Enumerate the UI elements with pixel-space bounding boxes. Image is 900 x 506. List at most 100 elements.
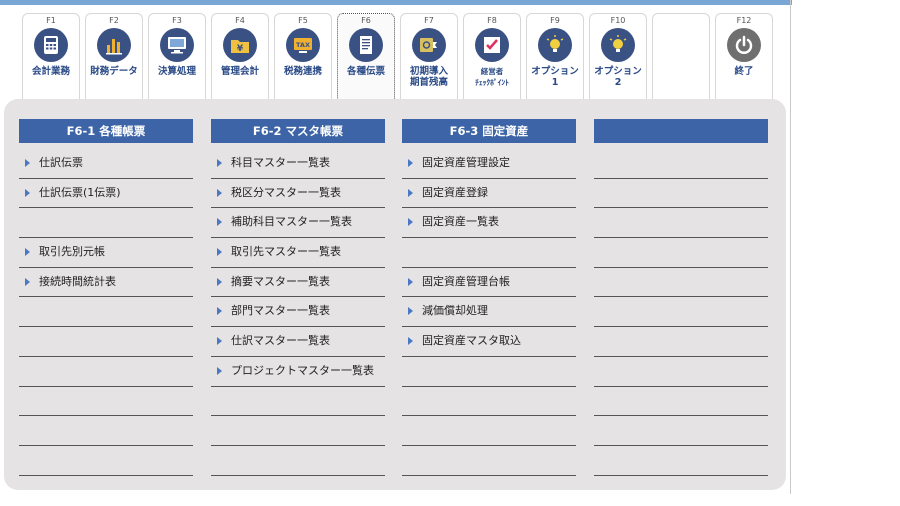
fkey-label: オプション bbox=[594, 66, 642, 77]
fkey-f8[interactable]: F8 経営者 ﾁｪｯｸﾎﾟｲﾝﾄ bbox=[463, 13, 521, 103]
menu-item[interactable]: 固定資産管理台帳 bbox=[402, 268, 576, 298]
arrow-right-icon bbox=[408, 337, 413, 346]
menu-item[interactable]: 固定資産管理設定 bbox=[402, 149, 576, 179]
fkey-sublabel: 期首残高 bbox=[409, 77, 448, 88]
menu-item-empty bbox=[402, 446, 576, 476]
fkey-label: オプション bbox=[531, 66, 579, 77]
fkey-label: 会計業務 bbox=[31, 66, 70, 77]
fkey-f9[interactable]: F9 オプション 1 bbox=[526, 13, 584, 103]
fkey-f7[interactable]: F7 初期導入 期首残高 bbox=[400, 13, 458, 103]
menu-item-label: プロジェクトマスター一覧表 bbox=[231, 363, 374, 377]
menu-item-empty bbox=[594, 208, 768, 239]
menu-item-empty bbox=[19, 446, 193, 476]
menu-item-empty bbox=[19, 416, 193, 446]
fkey-f12[interactable]: F12 終了 bbox=[715, 13, 773, 103]
menu-item[interactable]: 取引先マスター一覧表 bbox=[211, 238, 385, 268]
menu-item-empty bbox=[594, 416, 768, 446]
fkey-f2[interactable]: F2 財務データ bbox=[85, 13, 143, 103]
menu-item[interactable]: 減価償却処理 bbox=[402, 297, 576, 328]
monitor-icon bbox=[160, 28, 194, 62]
fkey-label: 初期導入 bbox=[409, 66, 448, 77]
menu-item[interactable]: 固定資産一覧表 bbox=[402, 208, 576, 239]
document-icon bbox=[349, 28, 383, 62]
menu-item-label: 摘要マスター一覧表 bbox=[231, 274, 330, 288]
menu-item-empty bbox=[594, 327, 768, 357]
fkey-label: 決算処理 bbox=[157, 66, 196, 77]
fkey-f4[interactable]: F4 ¥ 管理会計 bbox=[211, 13, 269, 103]
fkey-empty bbox=[652, 13, 710, 103]
menu-item-empty bbox=[19, 327, 193, 357]
menu-item[interactable]: 固定資産マスタ取込 bbox=[402, 327, 576, 357]
arrow-right-icon bbox=[217, 248, 222, 257]
arrow-right-icon bbox=[408, 188, 413, 197]
menu-item-empty bbox=[594, 446, 768, 476]
arrow-right-icon bbox=[25, 188, 30, 197]
checkbox-icon bbox=[475, 28, 509, 62]
menu-item[interactable]: 固定資産登録 bbox=[402, 179, 576, 209]
menu-item-label: 取引先マスター一覧表 bbox=[231, 245, 341, 259]
menu-panel: F6-1 各種帳票仕訳伝票仕訳伝票(1伝票) 取引先別元帳 接続時間統計表 F6-2 … bbox=[4, 99, 786, 490]
column-header: F6-1 各種帳票 bbox=[19, 119, 193, 143]
column-header bbox=[594, 119, 768, 143]
fkey-f1[interactable]: F1 会計業務 bbox=[22, 13, 80, 103]
menu-item-empty bbox=[19, 357, 193, 387]
arrow-right-icon bbox=[217, 307, 222, 316]
menu-item-empty bbox=[594, 179, 768, 209]
menu-item-empty bbox=[19, 387, 193, 417]
arrow-right-icon bbox=[408, 218, 413, 227]
menu-item-empty bbox=[402, 416, 576, 446]
lightbulb-icon bbox=[601, 28, 635, 62]
fkey-number bbox=[653, 16, 709, 26]
menu-item-label: 固定資産管理設定 bbox=[422, 156, 510, 169]
menu-item[interactable]: 仕訳伝票(1伝票) bbox=[19, 179, 193, 209]
fkey-f5[interactable]: F5 TAX 税務連携 bbox=[274, 13, 332, 103]
fkey-number: F7 bbox=[424, 16, 434, 25]
fkey-f3[interactable]: F3 決算処理 bbox=[148, 13, 206, 103]
arrow-right-icon bbox=[25, 277, 30, 286]
arrow-right-icon bbox=[25, 248, 30, 257]
fkey-f6[interactable]: F6 各種伝票 bbox=[337, 13, 395, 103]
safe-import-icon bbox=[412, 28, 446, 62]
fkey-number: F6 bbox=[361, 16, 371, 25]
fkey-number: F5 bbox=[298, 16, 308, 25]
column-header: F6-2 マスタ帳票 bbox=[211, 119, 385, 143]
menu-column-3: F6-3 固定資産 固定資産管理設定 固定資産登録 固定資産一覧表 固定資産管理台帳 減価… bbox=[402, 119, 576, 476]
menu-item[interactable]: 税区分マスター一覧表 bbox=[211, 179, 385, 209]
menu-item[interactable]: 科目マスター一覧表 bbox=[211, 149, 385, 179]
menu-item-label: 固定資産マスタ取込 bbox=[422, 334, 521, 348]
tax-screen-icon: TAX bbox=[286, 28, 320, 62]
menu-item-label: 仕訳伝票(1伝票) bbox=[39, 185, 121, 199]
arrow-right-icon bbox=[217, 337, 222, 346]
menu-item[interactable]: 接続時間統計表 bbox=[19, 268, 193, 298]
window-right-edge bbox=[790, 0, 791, 494]
menu-item[interactable]: プロジェクトマスター一覧表 bbox=[211, 357, 385, 387]
fkey-number: F3 bbox=[172, 16, 182, 25]
function-key-bar: F1 会計業務 F2 財務データ F3 決算処理 F4 ¥ 管理会計 F5 TAX 税務連携 F6 各種伝… bbox=[22, 13, 782, 103]
top-accent-bar bbox=[0, 0, 792, 5]
menu-column-2: F6-2 マスタ帳票科目マスター一覧表 税区分マスター一覧表補助科目マスター一覧表… bbox=[211, 119, 385, 476]
fkey-f10[interactable]: F10 オプション 2 bbox=[589, 13, 647, 103]
fkey-label: 各種伝票 bbox=[346, 66, 385, 77]
menu-item-empty bbox=[594, 357, 768, 387]
menu-item-empty bbox=[594, 387, 768, 417]
menu-item[interactable]: 仕訳マスター一覧表 bbox=[211, 327, 385, 357]
fkey-sublabel: 1 bbox=[551, 77, 559, 88]
menu-item-empty bbox=[19, 297, 193, 328]
fkey-sublabel: ﾁｪｯｸﾎﾟｲﾝﾄ bbox=[475, 78, 509, 87]
menu-item-label: 補助科目マスター一覧表 bbox=[231, 215, 352, 229]
menu-item-label: 減価償却処理 bbox=[422, 304, 488, 318]
menu-item-label: 固定資産管理台帳 bbox=[422, 274, 510, 288]
calculator-icon bbox=[34, 28, 68, 62]
menu-item[interactable]: 取引先別元帳 bbox=[19, 238, 193, 268]
menu-item-empty bbox=[594, 297, 768, 328]
arrow-right-icon bbox=[217, 366, 222, 375]
menu-item[interactable]: 摘要マスター一覧表 bbox=[211, 268, 385, 298]
menu-item[interactable]: 部門マスター一覧表 bbox=[211, 297, 385, 328]
arrow-right-icon bbox=[408, 277, 413, 286]
fkey-number: F9 bbox=[550, 16, 560, 25]
fkey-number: F4 bbox=[235, 16, 245, 25]
menu-item-label: 仕訳マスター一覧表 bbox=[231, 334, 330, 348]
menu-item[interactable]: 補助科目マスター一覧表 bbox=[211, 208, 385, 239]
menu-item-empty bbox=[211, 446, 385, 476]
menu-item[interactable]: 仕訳伝票 bbox=[19, 149, 193, 179]
